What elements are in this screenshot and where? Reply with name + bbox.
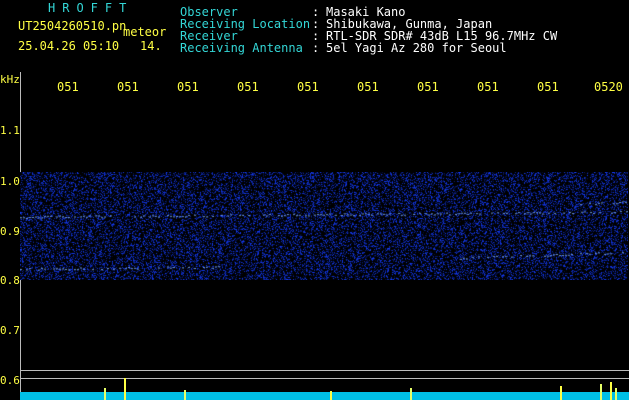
x-tick-label: 051 — [57, 80, 79, 94]
count-label: 14. — [140, 39, 162, 53]
signal-spike — [610, 382, 612, 400]
signal-spike — [184, 390, 186, 400]
signal-spike — [410, 388, 412, 400]
y-tick-label: 0.6 — [0, 374, 20, 387]
y-tick-label: 1.0 — [0, 175, 20, 188]
y-tick-label: 0.7 — [0, 324, 20, 337]
x-tick-label: 051 — [357, 80, 379, 94]
y-tick-label: 0.9 — [0, 225, 20, 238]
x-tick-label: 051 — [117, 80, 139, 94]
x-tick-label: 051 — [537, 80, 559, 94]
spectrogram-canvas — [20, 172, 628, 280]
antenna-sep: : — [312, 41, 320, 55]
x-tick-label: 0520 — [594, 80, 623, 94]
signal-spike — [600, 384, 602, 400]
signal-level-strip — [20, 378, 629, 400]
filename-label: UT2504260510.pn — [18, 19, 127, 33]
x-tick-label: 051 — [417, 80, 439, 94]
baseline-lower — [20, 378, 629, 379]
signal-spike — [560, 386, 562, 400]
antenna-label: Receiving Antenna — [180, 41, 303, 55]
x-tick-label: 051 — [477, 80, 499, 94]
y-unit-label: kHz — [0, 73, 20, 86]
y-tick-label: 0.8 — [0, 274, 20, 287]
signal-spike — [615, 388, 617, 400]
signal-spike — [104, 388, 106, 400]
baseline-upper — [20, 370, 629, 371]
app-brand: HROFFT — [48, 1, 134, 15]
datetime-label: 25.04.26 05:10 — [18, 39, 120, 53]
type-label: meteor — [123, 25, 167, 39]
x-tick-label: 051 — [237, 80, 259, 94]
x-tick-label: 051 — [297, 80, 319, 94]
y-tick-label: 1.1 — [0, 124, 20, 137]
signal-spike — [124, 378, 126, 400]
signal-spike — [330, 391, 332, 400]
x-tick-label: 051 — [177, 80, 199, 94]
antenna-value: 5el Yagi Az 280 for Seoul — [326, 41, 507, 55]
